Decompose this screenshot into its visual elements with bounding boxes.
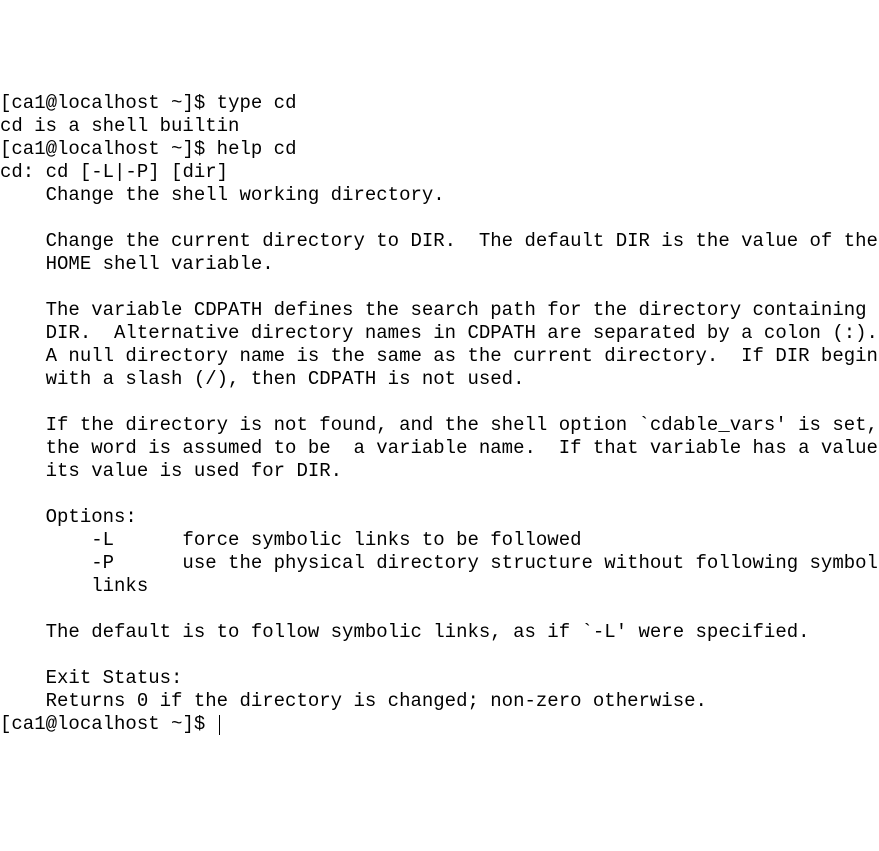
help-line: If the directory is not found, and the s…: [0, 414, 878, 436]
prompt-dollar: $: [194, 138, 205, 160]
prompt-open-bracket: [: [0, 138, 11, 160]
prompt-close-bracket: ]: [182, 92, 193, 114]
help-line: -P use the physical directory structure …: [0, 552, 879, 574]
help-line: The default is to follow symbolic links,…: [0, 621, 810, 643]
prompt-user-host: ca1@localhost: [11, 713, 171, 735]
prompt-cwd: ~: [171, 713, 182, 735]
cursor-icon: [219, 715, 220, 735]
help-line: [0, 207, 46, 229]
help-line: The variable CDPATH defines the search p…: [0, 299, 867, 321]
prompt-close-bracket: ]: [182, 138, 193, 160]
help-line: [0, 598, 46, 620]
help-line: Change the shell working directory.: [0, 184, 445, 206]
command-1: type cd: [205, 92, 296, 114]
help-line: Change the current directory to DIR. The…: [0, 230, 878, 252]
prompt-user-host: ca1@localhost: [11, 138, 171, 160]
prompt-cwd: ~: [171, 138, 182, 160]
prompt-open-bracket: [: [0, 713, 11, 735]
help-line: [0, 391, 46, 413]
help-line: Exit Status:: [0, 667, 182, 689]
help-line: -L force symbolic links to be followed: [0, 529, 582, 551]
prompt-open-bracket: [: [0, 92, 11, 114]
prompt-line-2: [ca1@localhost ~]$: [0, 138, 205, 160]
terminal[interactable]: [ca1@localhost ~]$ type cd cd is a shell…: [0, 92, 879, 736]
command-2: help cd: [205, 138, 296, 160]
help-line: its value is used for DIR.: [0, 460, 342, 482]
help-usage-opts: [-L|-P] [dir]: [80, 161, 228, 183]
help-line: [0, 644, 46, 666]
prompt-dollar: $: [194, 713, 205, 735]
help-line: DIR. Alternative directory names in CDPA…: [0, 322, 878, 344]
help-line: the word is assumed to be a variable nam…: [0, 437, 879, 459]
prompt-close-bracket: ]: [182, 713, 193, 735]
help-usage-prefix: cd: cd: [0, 161, 80, 183]
prompt-cwd: ~: [171, 92, 182, 114]
help-line: [0, 276, 46, 298]
help-line: [0, 483, 46, 505]
help-line: with a slash (/), then CDPATH is not use…: [0, 368, 525, 390]
prompt-line-3: [ca1@localhost ~]$: [0, 713, 205, 735]
help-line: links: [0, 575, 148, 597]
prompt-line-1: [ca1@localhost ~]$: [0, 92, 205, 114]
prompt-user-host: ca1@localhost: [11, 92, 171, 114]
output-1: cd is a shell builtin: [0, 115, 239, 137]
help-line: Options:: [0, 506, 137, 528]
help-line: A null directory name is the same as the…: [0, 345, 879, 367]
help-line: Returns 0 if the directory is changed; n…: [0, 690, 707, 712]
prompt-dollar: $: [194, 92, 205, 114]
help-line: HOME shell variable.: [0, 253, 274, 275]
